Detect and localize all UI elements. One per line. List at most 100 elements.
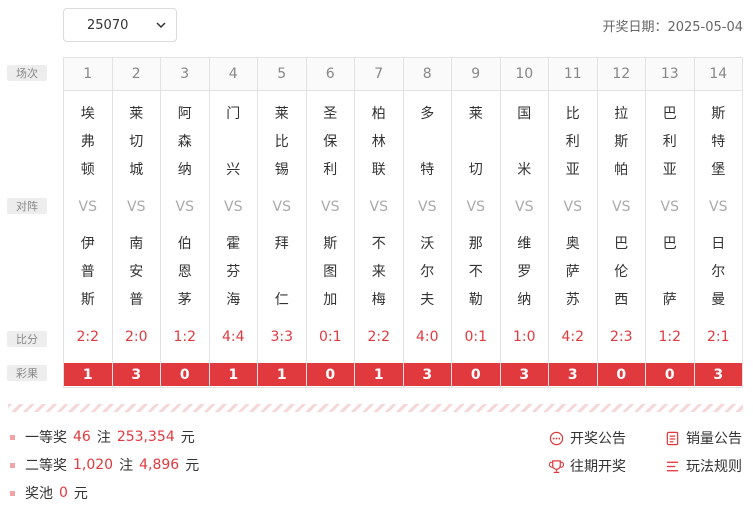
match-column: 9 莱切那不勒 VS 0:1 0 <box>452 58 501 387</box>
home-team-char: 阿 <box>177 106 192 122</box>
sales-link[interactable]: 销量公告 <box>665 428 742 448</box>
bullet-icon <box>10 434 15 440</box>
prize-second-amount-unit: 元 <box>185 458 200 474</box>
vs-text: VS <box>78 199 97 215</box>
match-score: 4:4 <box>221 329 245 345</box>
divider <box>8 404 743 412</box>
label-score: 比分 <box>7 331 47 347</box>
away-team: 拜仁 <box>258 236 306 308</box>
vs-text: VS <box>466 199 485 215</box>
away-team-char: 普 <box>80 264 95 280</box>
match-score: 4:0 <box>415 329 439 345</box>
match-result: 0 <box>646 363 694 386</box>
issue-select[interactable]: 25070 <box>63 8 177 42</box>
match-number: 5 <box>258 58 306 91</box>
history-link[interactable]: 往期开奖 <box>549 456 626 476</box>
match-number: 14 <box>694 58 742 91</box>
match-number: 11 <box>549 58 597 91</box>
match-table: 1 埃弗顿伊普斯 VS 2:2 1 2 莱切城南安普 VS 2:0 3 3 阿森纳伯恩茅 VS 1:2 0 4… <box>63 57 743 388</box>
away-team-char: 伦 <box>614 264 629 280</box>
away-team-char: 不 <box>468 264 483 280</box>
away-team-char: 维 <box>517 236 532 252</box>
home-team-char: 国 <box>517 106 532 122</box>
home-team-char: 比 <box>565 106 580 122</box>
away-team: 霍芬海 <box>210 236 258 308</box>
announcement-link[interactable]: 开奖公告 <box>549 428 626 448</box>
home-team-char: 锡 <box>274 162 289 178</box>
vs-text: VS <box>369 199 388 215</box>
away-team-char: 萨 <box>662 292 677 308</box>
match-result: 0 <box>597 363 645 386</box>
away-team: 那不勒 <box>452 236 500 308</box>
away-team-char: 普 <box>129 292 144 308</box>
draw-date: 开奖日期：2025-05-04 <box>602 20 743 35</box>
prize-second-count-unit: 注 <box>119 458 134 474</box>
home-team-char: 巴 <box>662 106 677 122</box>
match-score: 1:2 <box>658 329 682 345</box>
match-result: 1 <box>209 363 257 386</box>
bullet-icon <box>10 490 15 496</box>
chat-dots-icon <box>549 431 564 445</box>
vs-text: VS <box>515 199 534 215</box>
away-team-char: 伯 <box>177 236 192 252</box>
match-number: 3 <box>161 58 209 91</box>
match-column: 10 国米维罗纳 VS 1:0 3 <box>500 58 549 387</box>
home-team: 门兴 <box>210 106 258 178</box>
away-team-char: 苏 <box>565 292 580 308</box>
list-icon <box>666 461 679 471</box>
away-team-char: 安 <box>129 264 144 280</box>
away-team-char: 梅 <box>371 292 386 308</box>
home-team-char: 柏 <box>371 106 386 122</box>
match-column: 11 比利亚奥萨苏 VS 4:2 3 <box>549 58 598 387</box>
home-team: 斯特堡 <box>695 106 743 178</box>
match-result: 3 <box>694 363 742 386</box>
match-result: 3 <box>549 363 597 386</box>
home-team-char: 特 <box>711 134 726 150</box>
home-team-char: 拉 <box>614 106 629 122</box>
match-column: 3 阿森纳伯恩茅 VS 1:2 0 <box>161 58 210 387</box>
match-score: 0:1 <box>464 329 488 345</box>
home-team-char: 切 <box>129 134 144 150</box>
prize-first: 一等奖 46 注 253,354 元 <box>10 427 195 447</box>
match-result: 3 <box>112 363 160 386</box>
away-team-char: 茅 <box>177 292 192 308</box>
vs-text: VS <box>563 199 582 215</box>
vs-text: VS <box>612 199 631 215</box>
rules-link[interactable]: 玩法规则 <box>665 456 742 476</box>
vs-text: VS <box>709 199 728 215</box>
away-team: 巴伦西 <box>598 236 646 308</box>
away-team: 巴萨 <box>646 236 694 308</box>
match-number: 10 <box>500 58 548 91</box>
prize-first-count: 46 <box>73 429 91 445</box>
rules-label: 玩法规则 <box>686 459 742 475</box>
away-team-char: 霍 <box>226 236 241 252</box>
prize-pool-amount: 0 <box>59 485 68 501</box>
vs-text: VS <box>418 199 437 215</box>
home-team-char: 圣 <box>323 106 338 122</box>
home-team-char: 森 <box>177 134 192 150</box>
match-score: 2:2 <box>367 329 391 345</box>
home-team-char: 埃 <box>80 106 95 122</box>
match-column: 13 巴利亚巴萨 VS 1:2 0 <box>646 58 695 387</box>
home-team-char: 亚 <box>662 162 677 178</box>
chevron-down-icon <box>156 22 166 29</box>
home-team-char: 斯 <box>711 106 726 122</box>
home-team: 拉斯帕 <box>598 106 646 178</box>
away-team-char: 尔 <box>711 264 726 280</box>
home-team: 莱切城 <box>113 106 161 178</box>
home-team: 柏林联 <box>355 106 403 178</box>
match-number: 6 <box>306 58 354 91</box>
match-result: 3 <box>403 363 451 386</box>
match-result: 0 <box>161 363 209 386</box>
bullet-icon <box>10 462 15 468</box>
away-team: 伊普斯 <box>64 236 112 308</box>
vs-text: VS <box>175 199 194 215</box>
match-number: 12 <box>597 58 645 91</box>
home-team-char: 联 <box>371 162 386 178</box>
home-team-char: 莱 <box>129 106 144 122</box>
prize-first-count-unit: 注 <box>96 430 111 446</box>
prize-pool-amount-unit: 元 <box>73 486 88 502</box>
away-team: 斯图加 <box>307 236 355 308</box>
vs-text: VS <box>272 199 291 215</box>
home-team: 巴利亚 <box>646 106 694 178</box>
